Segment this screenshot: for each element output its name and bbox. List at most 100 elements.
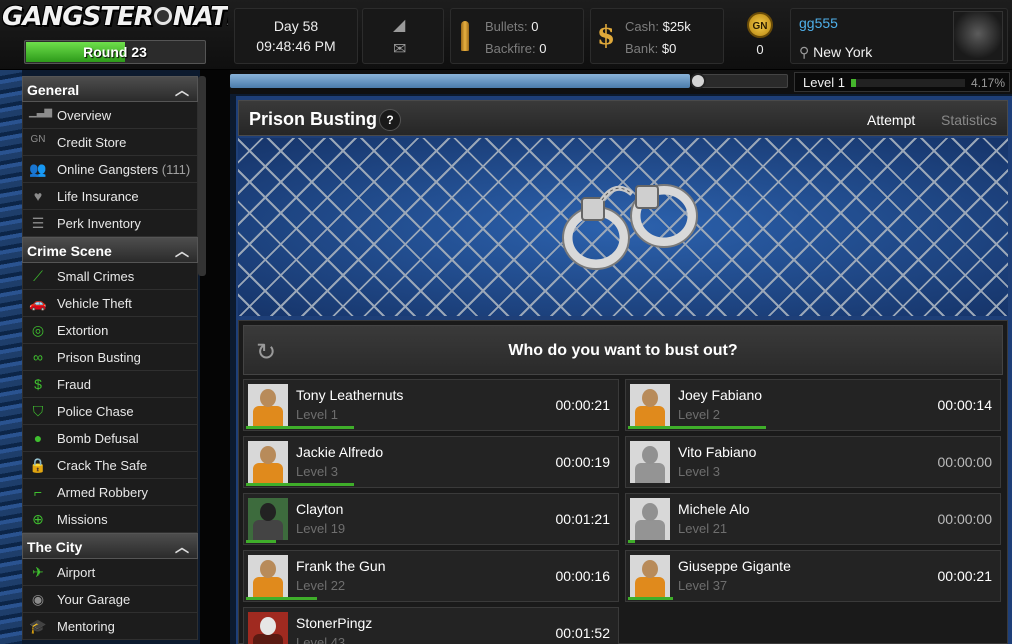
prisoner-name: Michele Alo bbox=[678, 501, 750, 517]
sidebar-item-crack-the-safe[interactable]: 🔒 Crack The Safe bbox=[22, 452, 198, 479]
sidebar-item-perk-inventory[interactable]: ☰ Perk Inventory bbox=[22, 210, 198, 237]
tab-attempt[interactable]: Attempt bbox=[867, 112, 915, 128]
backfire-value: 0 bbox=[539, 41, 547, 56]
sidebar-item-fraud[interactable]: $ Fraud bbox=[22, 371, 198, 398]
prisoner-row[interactable]: Tony Leathernuts Level 1 00:00:21 bbox=[243, 379, 619, 431]
prisoner-row[interactable]: Vito Fabiano Level 3 00:00:00 bbox=[625, 436, 1001, 488]
sidebar-item-label: Online Gangsters bbox=[57, 162, 159, 177]
sidebar-item-overview[interactable]: ▁▃▆ Overview bbox=[22, 102, 198, 129]
prisoner-timer: 00:01:52 bbox=[555, 625, 611, 641]
police-badge-icon bbox=[690, 73, 706, 89]
sidebar-item-airport[interactable]: ✈ Airport bbox=[22, 559, 198, 586]
level-panel: Level 1 4.17% bbox=[794, 72, 1010, 92]
sidebar-item-missions[interactable]: ⊕ Missions bbox=[22, 506, 198, 533]
tab-statistics[interactable]: Statistics bbox=[941, 112, 997, 128]
prisoner-row[interactable]: Jackie Alfredo Level 3 00:00:19 bbox=[243, 436, 619, 488]
sidebar-item-label: Armed Robbery bbox=[57, 485, 149, 500]
gun-icon: ⌐ bbox=[33, 484, 43, 500]
prisoner-name: Joey Fabiano bbox=[678, 387, 763, 403]
chevron-up-icon[interactable]: ︿ bbox=[175, 537, 189, 557]
bomb-icon: ● bbox=[33, 430, 43, 446]
sidebar-item-extortion[interactable]: ◎ Extortion bbox=[22, 317, 198, 344]
list-icon: ☰ bbox=[31, 215, 45, 231]
megaphone-icon[interactable]: ◢ bbox=[393, 15, 405, 35]
city-progress-bar bbox=[230, 74, 690, 88]
sidebar-section-header[interactable]: The City ︿ bbox=[22, 533, 198, 559]
prisoner-level: Level 3 bbox=[678, 464, 720, 479]
sidebar-item-credit-store[interactable]: GN Credit Store bbox=[22, 129, 198, 156]
sidebar-item-label: Perk Inventory bbox=[57, 216, 141, 231]
mail-icon[interactable]: ✉ bbox=[393, 39, 406, 59]
sidebar-item-police-chase[interactable]: ⛉ Police Chase bbox=[22, 398, 198, 425]
prisoner-name: Jackie Alfredo bbox=[296, 444, 384, 460]
sidebar-item-vehicle-theft[interactable]: 🚗 Vehicle Theft bbox=[22, 290, 198, 317]
prisoner-level: Level 2 bbox=[678, 407, 720, 422]
prisoner-level: Level 19 bbox=[296, 521, 346, 536]
plane-icon: ✈ bbox=[32, 564, 44, 580]
prisoner-name: StonerPingz bbox=[296, 615, 373, 631]
prisoner-row[interactable]: Michele Alo Level 21 00:00:00 bbox=[625, 493, 1001, 545]
sidebar-scrollbar[interactable] bbox=[198, 76, 206, 276]
sidebar-item-label: Your Garage bbox=[57, 592, 131, 607]
prisoner-level: Level 1 bbox=[296, 407, 338, 422]
logo[interactable]: GANGSTERNATION bbox=[2, 2, 228, 38]
chevron-up-icon[interactable]: ︿ bbox=[175, 241, 189, 261]
sidebar-item-label: Missions bbox=[57, 512, 108, 527]
sidebar-item-life-insurance[interactable]: ♥ Life Insurance bbox=[22, 183, 198, 210]
sidebar-section-header[interactable]: Crime Scene ︿ bbox=[22, 237, 198, 263]
sidebar-item-prison-busting[interactable]: ∞ Prison Busting bbox=[22, 344, 198, 371]
mugshot-head bbox=[260, 617, 276, 635]
bust-question: Who do you want to bust out? bbox=[508, 342, 738, 359]
prisoner-row[interactable]: Giuseppe Gigante Level 37 00:00:21 bbox=[625, 550, 1001, 602]
mugshot-head bbox=[260, 389, 276, 407]
bank-stat: Bank: $0 bbox=[625, 41, 676, 56]
coins-icon: ◎ bbox=[31, 322, 45, 338]
mugshot-head bbox=[642, 560, 658, 578]
backfire-label: Backfire: bbox=[485, 41, 536, 56]
prisoner-name: Vito Fabiano bbox=[678, 444, 757, 460]
help-button[interactable]: ? bbox=[379, 109, 401, 131]
prisoner-progress-bar bbox=[246, 426, 354, 429]
username-link[interactable]: gg555 bbox=[799, 15, 838, 31]
prisoner-mugshot bbox=[248, 612, 288, 644]
prisoner-name: Clayton bbox=[296, 501, 344, 517]
sidebar-item-small-crimes[interactable]: ⟋ Small Crimes bbox=[22, 263, 198, 290]
sidebar-item-online-gangsters[interactable]: 👥 Online Gangsters (111) bbox=[22, 156, 198, 183]
sidebar-item-mentoring[interactable]: 🎓 Mentoring bbox=[22, 613, 198, 640]
bullets-stat: Bullets: 0 bbox=[485, 19, 539, 34]
bullet-icon bbox=[461, 21, 469, 51]
sidebar-item-armed-robbery[interactable]: ⌐ Armed Robbery bbox=[22, 479, 198, 506]
online-count: (111) bbox=[161, 162, 191, 177]
lock-icon: 🔒 bbox=[29, 457, 47, 473]
mugshot-body bbox=[635, 463, 665, 483]
prisoner-mugshot bbox=[248, 441, 288, 483]
day-label: Day 58 bbox=[273, 18, 319, 34]
sidebar-item-bomb-defusal[interactable]: ● Bomb Defusal bbox=[22, 425, 198, 452]
cash-value: $25k bbox=[662, 19, 691, 34]
prisoner-timer: 00:01:21 bbox=[555, 511, 611, 527]
prisoner-timer: 00:00:21 bbox=[937, 568, 993, 584]
prisoner-progress-bar bbox=[628, 597, 673, 600]
sidebar-item-your-garage[interactable]: ◉ Your Garage bbox=[22, 586, 198, 613]
location: ⚲ New York bbox=[799, 44, 872, 61]
sidebar-item-label: Vehicle Theft bbox=[57, 296, 132, 311]
mugshot-body bbox=[253, 634, 283, 644]
bullets-value: 0 bbox=[531, 19, 539, 34]
sidebar-section-header[interactable]: General ︿ bbox=[22, 76, 198, 102]
prisoner-row[interactable]: Frank the Gun Level 22 00:00:16 bbox=[243, 550, 619, 602]
prisoner-name: Tony Leathernuts bbox=[296, 387, 404, 403]
chevron-up-icon[interactable]: ︿ bbox=[175, 80, 189, 100]
gn-credits-value: 0 bbox=[756, 42, 764, 57]
knife-icon: ⟋ bbox=[33, 268, 43, 284]
mugshot-body bbox=[253, 577, 283, 597]
prisoner-row[interactable]: Joey Fabiano Level 2 00:00:14 bbox=[625, 379, 1001, 431]
credits-panel[interactable]: GN 0 bbox=[736, 8, 784, 64]
page-title: Prison Busting bbox=[249, 109, 378, 129]
prisoner-row[interactable]: Clayton Level 19 00:01:21 bbox=[243, 493, 619, 545]
bullets-label: Bullets: bbox=[485, 19, 528, 34]
prisoner-row[interactable]: StonerPingz Level 43 00:01:52 bbox=[243, 607, 619, 644]
prisoner-timer: 00:00:16 bbox=[555, 568, 611, 584]
prisoner-level: Level 22 bbox=[296, 578, 346, 593]
mugshot-head bbox=[642, 446, 658, 464]
avatar[interactable] bbox=[953, 11, 1003, 61]
